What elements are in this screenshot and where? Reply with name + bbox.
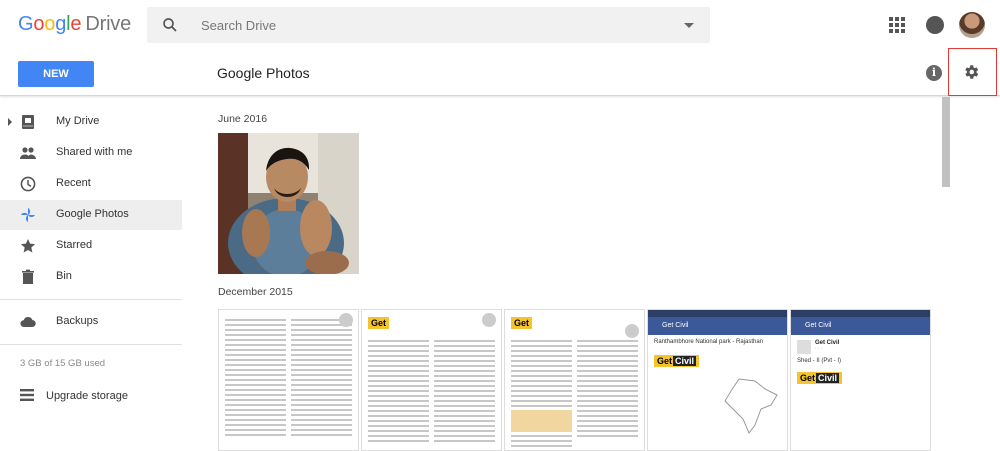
account-avatar[interactable] — [959, 12, 985, 38]
page-title: Google Photos — [217, 65, 310, 81]
brand-logo: Get — [511, 317, 533, 329]
photo-thumbnail-portrait[interactable] — [218, 133, 359, 274]
clock-icon — [20, 176, 36, 192]
cloud-icon — [20, 316, 36, 328]
brand-logo-right: Civil — [816, 373, 840, 383]
notifications-icon[interactable] — [926, 16, 944, 34]
my-drive-icon — [22, 115, 34, 129]
page-avatar — [797, 340, 811, 354]
sidebar-item-label: Google Photos — [56, 208, 129, 220]
search-icon[interactable] — [161, 16, 179, 34]
sidebar-item-label: My Drive — [56, 115, 100, 127]
facebook-page-bar: Get Civil — [791, 317, 930, 335]
sidebar-item-backups[interactable]: Backups — [0, 307, 182, 337]
star-icon — [20, 239, 36, 253]
info-icon[interactable]: i — [926, 65, 942, 81]
sidebar-item-shared-with-me[interactable]: Shared with me — [0, 138, 182, 168]
document-thumbnail[interactable] — [218, 309, 359, 451]
brand-logo-left: Get — [657, 356, 673, 366]
top-bar: Google Drive — [0, 0, 1000, 50]
portrait-photo-image — [218, 133, 359, 274]
sidebar-divider — [0, 299, 182, 300]
india-map-image — [724, 378, 778, 434]
screenshot-thumbnail[interactable]: Get Civil Ranthambhore National park - R… — [647, 309, 788, 451]
sidebar-item-label: Recent — [56, 177, 91, 189]
upgrade-storage-label: Upgrade storage — [46, 390, 128, 402]
brand-logo-left: Get — [514, 318, 530, 328]
facebook-page-bar: Get Civil — [648, 317, 787, 335]
scrollbar-thumb[interactable] — [942, 97, 950, 187]
sidebar-item-label: Shared with me — [56, 146, 133, 158]
sidebar: My Drive Shared with me Recent Google Ph… — [0, 97, 182, 451]
action-bar: NEW Google Photos i — [0, 50, 1000, 96]
search-bar[interactable] — [147, 7, 710, 43]
photos-content: June 2016 December 2015 Get Get Get Civi… — [182, 97, 942, 451]
search-options-dropdown-icon[interactable] — [684, 23, 694, 28]
logo-product-name: Drive — [85, 13, 132, 35]
brand-logo: Get — [368, 317, 390, 329]
post-meta: · · · — [815, 346, 823, 352]
sidebar-item-google-photos[interactable]: Google Photos — [0, 200, 182, 230]
document-thumbnail[interactable]: Get — [361, 309, 502, 451]
select-check-icon[interactable] — [482, 313, 496, 327]
document-thumbnail[interactable]: Get — [504, 309, 645, 451]
sidebar-item-my-drive[interactable]: My Drive — [0, 107, 182, 137]
photos-pinwheel-icon — [21, 208, 35, 222]
brand-logo-left: Get — [800, 373, 816, 383]
new-button[interactable]: NEW — [18, 61, 94, 87]
sidebar-item-starred[interactable]: Starred — [0, 231, 182, 261]
brand-logo: Get Civil — [797, 372, 843, 384]
post-heading: Ranthambhore National park - Rajasthan — [654, 339, 764, 345]
sidebar-item-label: Bin — [56, 270, 72, 282]
trash-icon — [22, 269, 34, 284]
sidebar-item-label: Backups — [56, 315, 99, 327]
post-subtitle: Shed - II (Pvt - I) — [797, 358, 842, 364]
select-check-icon[interactable] — [625, 324, 639, 338]
screenshot-thumbnail[interactable]: Get Civil Get Civil · · · Shed - II (Pvt… — [790, 309, 931, 451]
select-check-icon[interactable] — [339, 313, 353, 327]
google-drive-logo[interactable]: Google Drive — [18, 13, 131, 36]
brand-logo-right: Civil — [673, 356, 697, 366]
expand-arrow-icon[interactable] — [8, 118, 12, 126]
sidebar-item-label: Starred — [56, 239, 93, 251]
brand-logo-left: Get — [371, 318, 387, 328]
section-title-june-2016: June 2016 — [218, 113, 268, 125]
people-icon — [20, 147, 36, 159]
sidebar-item-recent[interactable]: Recent — [0, 169, 182, 199]
sidebar-divider — [0, 344, 182, 345]
brand-logo: Get Civil — [654, 355, 700, 367]
apps-grid-icon[interactable] — [889, 17, 905, 33]
gear-icon[interactable] — [962, 63, 980, 81]
search-input[interactable] — [201, 15, 661, 35]
storage-usage-text: 3 GB of 15 GB used — [20, 358, 106, 369]
section-title-december-2015: December 2015 — [218, 286, 293, 298]
storage-bars-icon — [20, 389, 34, 401]
sidebar-item-bin[interactable]: Bin — [0, 262, 182, 292]
upgrade-storage-link[interactable]: Upgrade storage — [0, 384, 182, 408]
